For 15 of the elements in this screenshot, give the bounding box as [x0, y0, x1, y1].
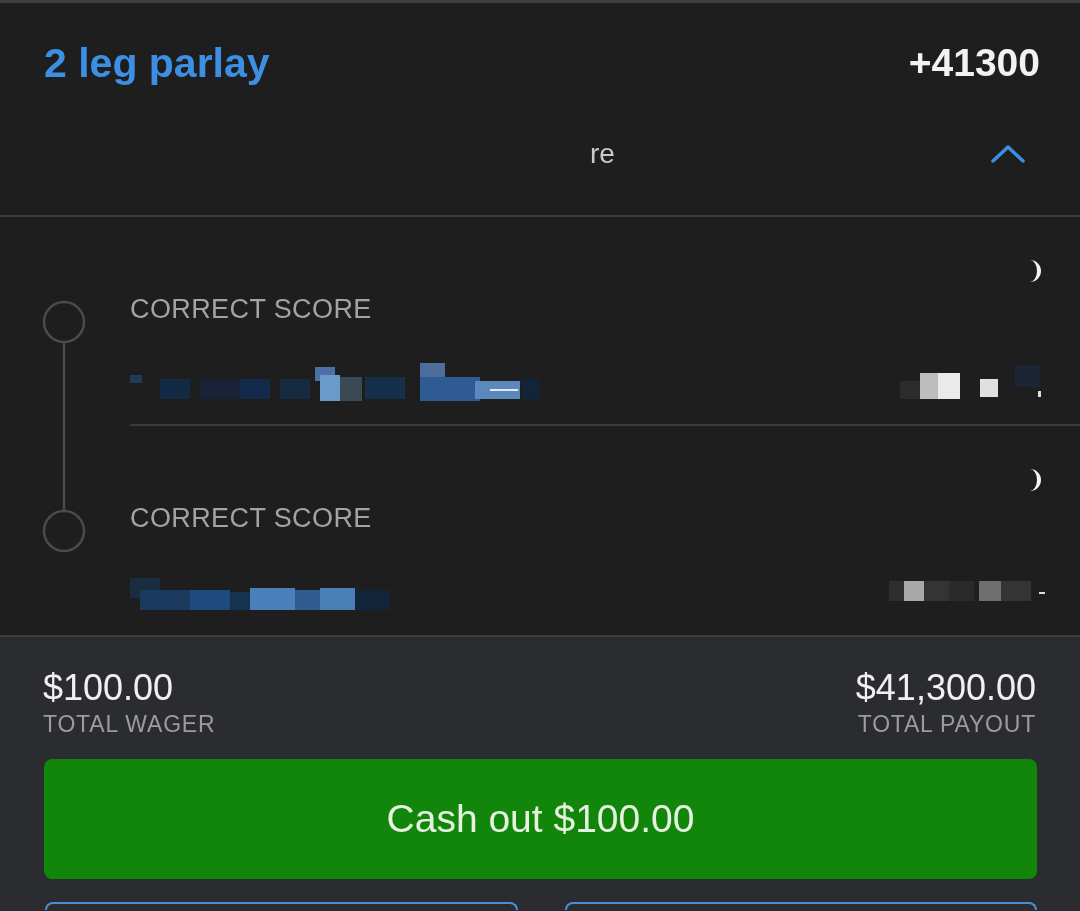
- odds-value: +41300: [908, 40, 1040, 86]
- outlined-button[interactable]: [45, 902, 518, 910]
- amount-value: $41,300.00: [855, 668, 1036, 708]
- parlay-title: 2 leg parlay: [44, 39, 270, 87]
- timeline-node-icon: [42, 300, 86, 344]
- market-label: CORRECT SCORE: [130, 293, 372, 325]
- amount-value: $100.00: [43, 668, 174, 708]
- total-label: TOTAL WAGER: [43, 710, 216, 738]
- timeline-node-icon: [42, 509, 86, 553]
- outlined-button[interactable]: [564, 902, 1037, 910]
- chevron-up-icon[interactable]: [991, 145, 1025, 163]
- cash-out-button[interactable]: Cash out $100.00: [44, 759, 1037, 879]
- partial-label: re: [590, 137, 615, 171]
- market-label: CORRECT SCORE: [130, 502, 372, 534]
- total-label: TOTAL PAYOUT: [857, 710, 1036, 738]
